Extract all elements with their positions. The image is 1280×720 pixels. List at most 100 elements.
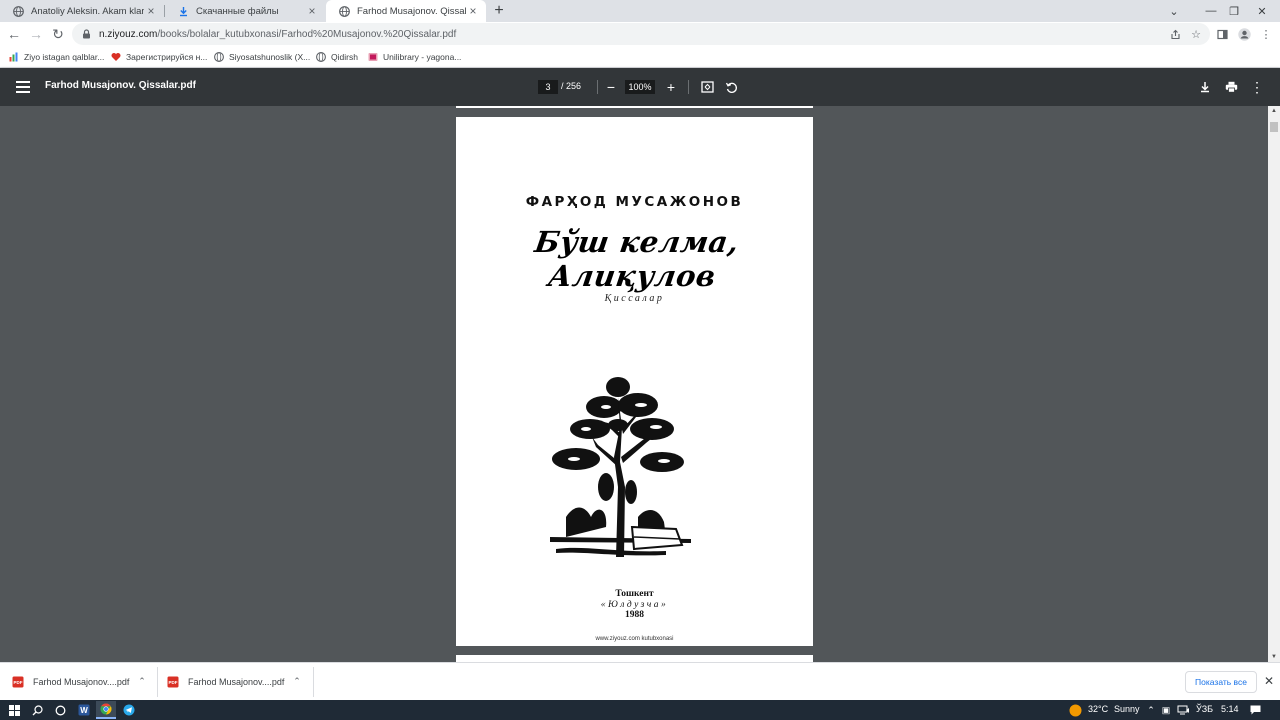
- task-view-icon[interactable]: [50, 701, 70, 719]
- download-shelf: PDF Farhod Musajonov....pdf ⌃ PDF Farhod…: [0, 662, 1280, 700]
- weather-condition[interactable]: Sunny: [1114, 704, 1140, 714]
- scroll-up-arrow-icon[interactable]: ▲: [1270, 108, 1278, 114]
- download-separator: [157, 667, 158, 697]
- fit-page-icon[interactable]: [698, 78, 716, 96]
- bookmark-label: Зарегистрируйся н...: [126, 52, 208, 62]
- word-app-icon[interactable]: W: [74, 701, 94, 719]
- url-text: n.ziyouz.com/books/bolalar_kutubxonasi/F…: [99, 29, 456, 40]
- book-genre: Қиссалар: [604, 293, 665, 304]
- bookmark-item[interactable]: Зарегистрируйся н...: [111, 50, 207, 64]
- tree-illustration: [550, 377, 691, 557]
- download-item[interactable]: PDF Farhod Musajonov....pdf: [12, 672, 129, 692]
- bookmarks-bar: Ziyo istagan qalblar... Зарегистрируйся …: [0, 46, 1280, 68]
- pdf-file-icon: PDF: [167, 676, 179, 688]
- close-icon[interactable]: ×: [305, 4, 319, 18]
- globe-icon: [339, 5, 350, 17]
- app-tray-icon[interactable]: ▣: [1159, 703, 1173, 717]
- print-icon[interactable]: [1222, 78, 1240, 96]
- forward-button[interactable]: →: [26, 24, 46, 44]
- url-host: n.ziyouz.com: [99, 28, 158, 40]
- sun-weather-icon[interactable]: [1068, 703, 1082, 717]
- telegram-app-icon[interactable]: [119, 701, 139, 719]
- scroll-down-arrow-icon[interactable]: ▼: [1270, 654, 1278, 660]
- lock-icon[interactable]: [82, 29, 92, 39]
- scroll-thumb[interactable]: [1270, 122, 1278, 132]
- back-button[interactable]: ←: [4, 24, 24, 44]
- download-item[interactable]: PDF Farhod Musajonov....pdf: [167, 672, 284, 692]
- zoom-out-button[interactable]: −: [602, 78, 620, 96]
- chevron-up-icon[interactable]: ⌃: [134, 673, 150, 689]
- close-icon[interactable]: ×: [466, 4, 480, 18]
- publisher-city: Тошкент: [615, 589, 654, 599]
- book-title: Бўш келма, Алиқулов: [532, 225, 742, 293]
- tab-title: Скачанные файлы: [196, 5, 279, 17]
- bookmark-label: Unilibrary - yagona...: [383, 52, 462, 62]
- bookmark-item[interactable]: Unilibrary - yagona...: [368, 50, 461, 64]
- windows-taskbar: W 32°C Sunny ⌃ ▣ 🔈︎ ЎЗБ 5:14: [0, 700, 1280, 720]
- browser-toolbar: ← → ↻ n.ziyouz.com/books/bolalar_kutubxo…: [0, 22, 1280, 46]
- bookmark-item[interactable]: Ziyo istagan qalblar...: [9, 50, 104, 64]
- show-all-downloads-button[interactable]: Показать все: [1185, 671, 1257, 693]
- rotate-icon[interactable]: [722, 78, 740, 96]
- pdf-viewer[interactable]: ФАРҲОД МУСАЖОНОВ Бўш келма, Алиқулов Қис…: [0, 106, 1280, 662]
- toolbar-divider: [688, 80, 689, 94]
- side-panel-icon[interactable]: [1215, 27, 1229, 41]
- zoom-in-button[interactable]: +: [662, 78, 680, 96]
- chrome-app-icon[interactable]: [96, 701, 116, 719]
- window-close-button[interactable]: ✕: [1244, 0, 1280, 22]
- next-page-edge: [456, 655, 813, 662]
- publication-year: 1988: [625, 610, 644, 620]
- download-filename: Farhod Musajonov....pdf: [33, 677, 130, 687]
- share-icon[interactable]: [1168, 27, 1182, 41]
- tab-downloads[interactable]: Скачанные файлы ×: [165, 0, 325, 22]
- star-icon[interactable]: ☆: [1189, 27, 1203, 41]
- zoom-input[interactable]: 100%: [625, 80, 655, 94]
- pdf-file-icon: PDF: [12, 676, 24, 688]
- new-tab-button[interactable]: +: [490, 2, 508, 20]
- svg-text:W: W: [80, 706, 88, 715]
- reload-button[interactable]: ↻: [48, 24, 68, 44]
- close-icon[interactable]: ✕: [1262, 674, 1276, 688]
- download-icon: [178, 6, 189, 17]
- windows-start-icon[interactable]: [4, 701, 24, 719]
- bookmark-item[interactable]: Siyosatshunoslik (X...: [214, 50, 310, 64]
- more-actions-icon[interactable]: ⋮: [1248, 78, 1266, 96]
- book-author: ФАРҲОД МУСАЖОНОВ: [525, 194, 744, 210]
- volume-icon[interactable]: 🔈︎: [1182, 703, 1196, 717]
- tab-farhod-musajonov[interactable]: Farhod Musajonov. Qissalar.pdf ×: [326, 0, 486, 22]
- more-menu-icon[interactable]: ⋮: [1259, 27, 1273, 41]
- bookmark-item[interactable]: Qidirsh: [316, 50, 358, 64]
- chevron-up-icon[interactable]: ⌃: [289, 673, 305, 689]
- previous-page-edge: [456, 106, 813, 108]
- input-language[interactable]: ЎЗБ: [1196, 704, 1213, 714]
- close-icon[interactable]: ×: [144, 4, 158, 18]
- search-icon[interactable]: [27, 701, 47, 719]
- pdf-file-title: Farhod Musajonov. Qissalar.pdf: [45, 80, 196, 91]
- svg-text:PDF: PDF: [14, 680, 23, 685]
- tab-strip: Anatoliy Aleksin. Akam klarnet ch × Скач…: [0, 0, 1280, 22]
- notifications-icon[interactable]: [1248, 703, 1262, 717]
- profile-avatar-icon[interactable]: [1237, 27, 1251, 41]
- page-number-input[interactable]: 3: [538, 80, 558, 94]
- bookmark-label: Qidirsh: [331, 52, 358, 62]
- clock-time[interactable]: 5:14: [1221, 704, 1239, 714]
- scrollbar[interactable]: ▲ ▼: [1268, 106, 1280, 662]
- globe-icon: [214, 52, 224, 62]
- page-total: / 256: [561, 81, 582, 91]
- tab-title: Farhod Musajonov. Qissalar.pdf: [357, 5, 466, 17]
- svg-text:PDF: PDF: [169, 680, 178, 685]
- tab-search-chevron-icon[interactable]: ⌄: [1156, 0, 1192, 22]
- pdf-page: ФАРҲОД МУСАЖОНОВ Бўш келма, Алиқулов Қис…: [456, 117, 813, 646]
- chevron-up-icon[interactable]: ⌃: [1144, 703, 1158, 717]
- download-icon[interactable]: [1196, 78, 1214, 96]
- menu-icon[interactable]: [14, 78, 32, 96]
- pdf-toolbar: Farhod Musajonov. Qissalar.pdf 3 / 256 −…: [0, 68, 1280, 106]
- address-bar[interactable]: n.ziyouz.com/books/bolalar_kutubxonasi/F…: [72, 23, 1210, 45]
- globe-icon: [316, 52, 326, 62]
- tab-anatoliy-aleksin[interactable]: Anatoliy Aleksin. Akam klarnet ch ×: [0, 0, 164, 22]
- page-footer-link: www.ziyouz.com kutubxonasi: [595, 636, 674, 642]
- weather-temperature[interactable]: 32°C: [1088, 704, 1108, 714]
- tab-title: Anatoliy Aleksin. Akam klarnet ch: [31, 5, 144, 17]
- download-filename: Farhod Musajonov....pdf: [188, 677, 285, 687]
- book-bookmark-icon: [368, 52, 378, 62]
